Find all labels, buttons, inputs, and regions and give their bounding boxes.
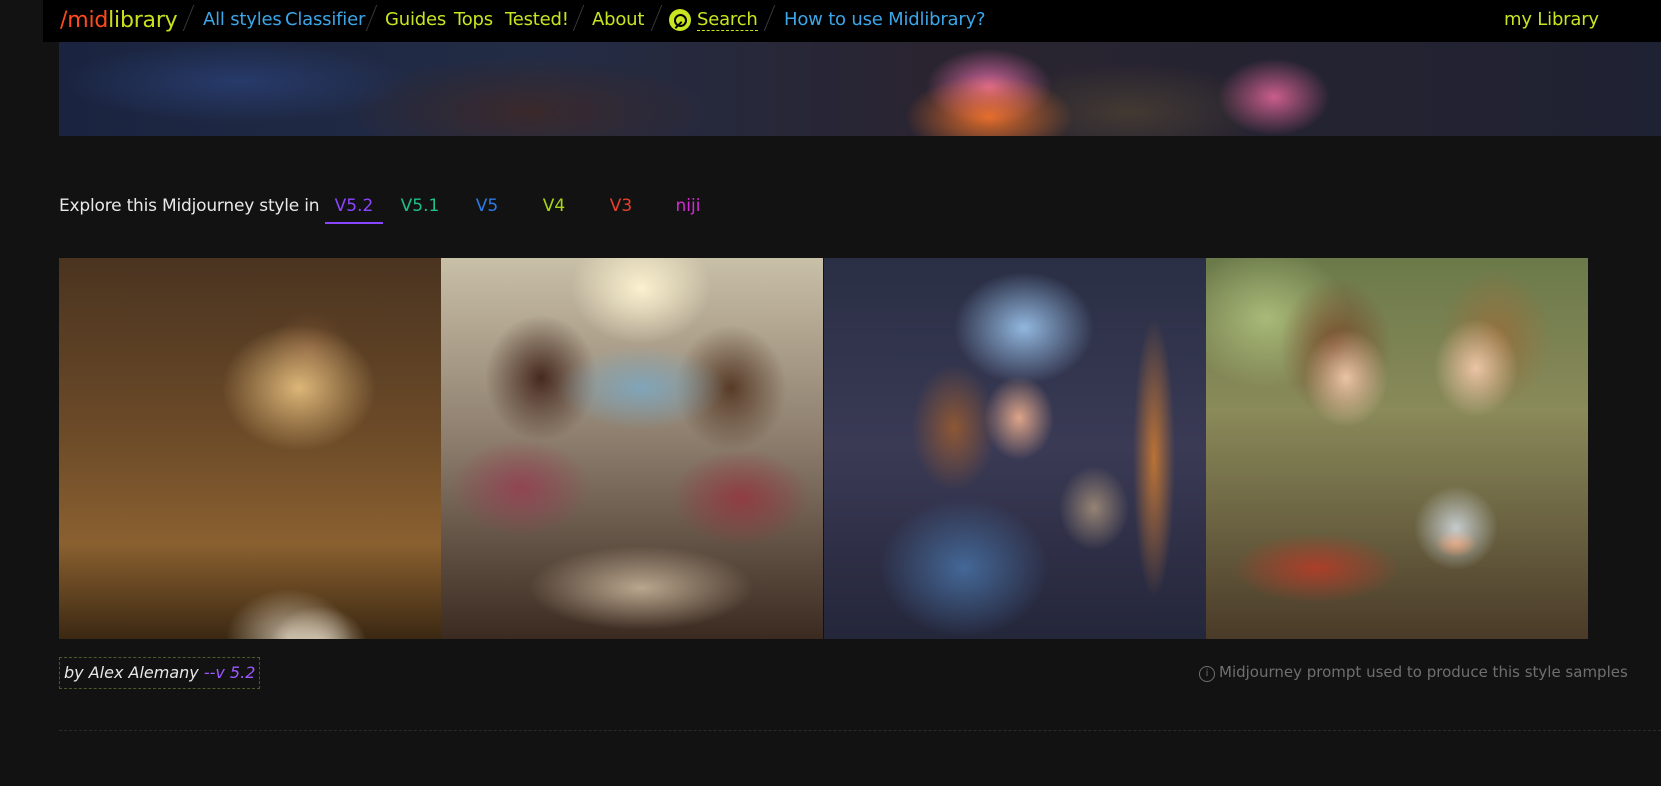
style-attribution[interactable]: by Alex Alemany --v 5.2 bbox=[59, 657, 261, 689]
logo-mid: /mid bbox=[60, 8, 109, 33]
search-label: Search bbox=[697, 8, 758, 31]
page: /midlibrary All styles Classifier Guides… bbox=[0, 0, 1661, 786]
nav-how-to-use[interactable]: How to use Midlibrary? bbox=[784, 7, 986, 33]
logo-library: library bbox=[108, 8, 178, 33]
top-navbar: /midlibrary All styles Classifier Guides… bbox=[43, 0, 1661, 42]
nav-separator bbox=[650, 5, 663, 31]
nav-tested[interactable]: Tested! bbox=[505, 7, 569, 33]
sample-image-4[interactable] bbox=[1206, 258, 1588, 639]
nav-separator bbox=[182, 5, 195, 31]
version-tab-v5-1[interactable]: V5.1 bbox=[391, 194, 449, 218]
style-sample-gallery bbox=[59, 258, 1661, 639]
version-tab-v5-2[interactable]: V5.2 bbox=[325, 194, 383, 224]
version-tab-v4[interactable]: V4 bbox=[525, 194, 583, 218]
prompt-note-text: Midjourney prompt used to produce this s… bbox=[1219, 663, 1628, 681]
sample-image-3[interactable] bbox=[824, 258, 1206, 639]
version-parameter: --v 5.2 bbox=[203, 663, 256, 682]
version-tab-niji[interactable]: niji bbox=[659, 194, 717, 218]
info-icon: i bbox=[1199, 666, 1215, 682]
artist-name: by Alex Alemany bbox=[64, 663, 199, 682]
version-tab-v3[interactable]: V3 bbox=[592, 194, 650, 218]
nav-separator bbox=[572, 5, 585, 31]
nav-separator bbox=[365, 5, 378, 31]
search-icon bbox=[669, 9, 691, 31]
sample-image-2[interactable] bbox=[441, 258, 823, 639]
nav-my-library[interactable]: my Library bbox=[1504, 7, 1599, 33]
section-divider bbox=[59, 730, 1661, 731]
nav-guides[interactable]: Guides bbox=[385, 7, 446, 33]
nav-all-styles[interactable]: All styles bbox=[203, 7, 282, 33]
nav-tops[interactable]: Tops bbox=[454, 7, 493, 33]
nav-about[interactable]: About bbox=[592, 7, 644, 33]
explore-label: Explore this Midjourney style in bbox=[59, 196, 320, 216]
version-tab-v5[interactable]: V5 bbox=[458, 194, 516, 218]
site-logo[interactable]: /midlibrary bbox=[60, 4, 178, 38]
nav-separator bbox=[763, 5, 776, 31]
nav-classifier[interactable]: Classifier bbox=[285, 7, 365, 33]
hero-image bbox=[59, 42, 1661, 136]
sample-image-1[interactable] bbox=[59, 258, 441, 639]
prompt-note: i Midjourney prompt used to produce this … bbox=[1199, 660, 1628, 684]
search-button[interactable]: Search bbox=[669, 7, 758, 33]
